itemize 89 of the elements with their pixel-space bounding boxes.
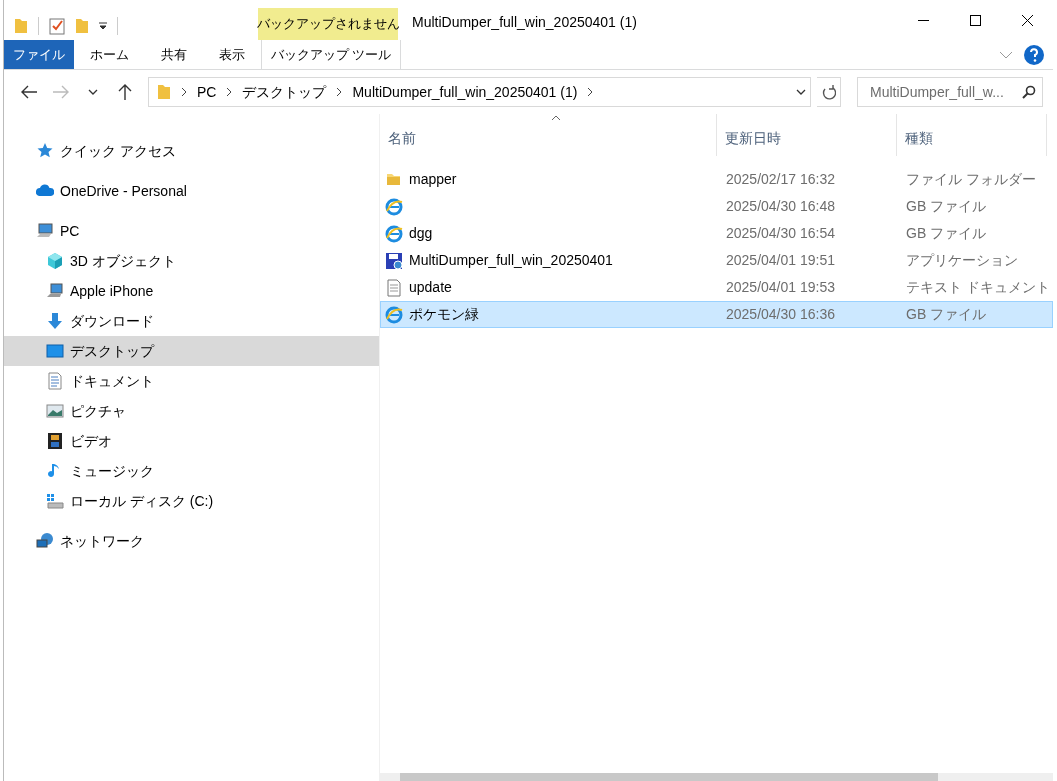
ribbon-tab[interactable]: ホーム [74, 40, 145, 69]
web-globe-icon [385, 197, 403, 216]
modified-date: 2025/04/30 16:54 [725, 224, 836, 243]
help-icon [1023, 43, 1045, 66]
help-button[interactable] [1023, 43, 1045, 66]
chevron-right-icon[interactable] [336, 87, 343, 97]
breadcrumb-link[interactable]: デスクトップ [242, 81, 327, 103]
desktop-icon [46, 342, 64, 360]
file-type: アプリケーション [905, 251, 1019, 270]
film-icon [46, 432, 64, 450]
chevron-right-icon[interactable] [181, 87, 187, 97]
computer-icon [36, 222, 54, 240]
chevron-right-icon[interactable] [226, 87, 233, 97]
drive-icon [46, 492, 64, 510]
navigation-item[interactable]: ドキュメント [4, 366, 379, 396]
file-type: GB ファイル [905, 224, 988, 243]
file-name: ポケモン緑 [409, 305, 479, 324]
file-row[interactable]: 2025/04/30 16:48 GB ファイル [380, 193, 1053, 220]
maximize-icon [967, 12, 983, 28]
document-icon [46, 372, 64, 390]
back-arrow-icon [20, 84, 38, 100]
web-globe-icon [385, 305, 403, 324]
file-name: MultiDumper_full_win_20250401 [409, 251, 613, 270]
navigation-item[interactable]: PC [4, 216, 379, 246]
picture-icon [46, 402, 64, 420]
dropdown-caret-icon[interactable] [99, 22, 107, 30]
modified-date: 2025/04/01 19:51 [725, 251, 836, 270]
file-type: ファイル フォルダー [905, 170, 1037, 189]
laptop-icon [46, 282, 64, 300]
modified-date: 2025/04/30 16:48 [725, 197, 836, 216]
navigation-item[interactable]: ミュージック [4, 456, 379, 486]
file-row[interactable]: MultiDumper_full_win_20250401 2025/04/01 19:51 アプリケーション [380, 247, 1053, 274]
navigation-item[interactable]: ローカル ディスク (C:) [4, 486, 379, 516]
file-type: テキスト ドキュメント [905, 278, 1048, 297]
ribbon-tab[interactable]: 表示 [203, 40, 261, 69]
file-name: dgg [409, 224, 433, 243]
column-header[interactable]: 名前 [380, 114, 717, 156]
web-globe-icon [385, 224, 403, 243]
file-name: mapper [409, 170, 457, 189]
navigation-item[interactable]: デスクトップ [4, 336, 379, 366]
address-bar[interactable]: PC デスクトップ MultiDumper_full_win_20250401 (1) [148, 77, 811, 107]
modified-date: 2025/04/30 16:36 [725, 305, 836, 324]
modified-date: 2025/02/17 16:32 [725, 170, 836, 189]
context-tab-group-label: バックアップされません [258, 8, 398, 40]
chevron-down-icon[interactable] [999, 50, 1013, 59]
star-icon [36, 142, 54, 160]
ribbon-tab[interactable]: 共有 [145, 40, 203, 69]
file-row[interactable]: update 2025/04/01 19:53 テキスト ドキュメント [380, 274, 1053, 301]
scrollbar-thumb[interactable] [400, 773, 938, 781]
navigation-item[interactable]: ネットワーク [4, 526, 379, 556]
close-icon [1019, 12, 1035, 28]
column-header[interactable]: 種類 [897, 114, 1047, 156]
search-icon [1022, 85, 1036, 99]
file-type: GB ファイル [905, 197, 988, 216]
forward-arrow-icon [52, 84, 70, 100]
navigation-item[interactable]: ダウンロード [4, 306, 379, 336]
up-arrow-icon [117, 83, 133, 101]
navigation-item[interactable]: クイック アクセス [4, 136, 379, 166]
navigation-item[interactable]: 3D オブジェクト [4, 246, 379, 276]
download-arrow-icon [46, 312, 64, 330]
network-icon [36, 532, 54, 550]
chevron-right-icon[interactable] [587, 87, 594, 97]
file-row[interactable]: mapper 2025/02/17 16:32 ファイル フォルダー [380, 166, 1053, 193]
breadcrumb-link[interactable]: MultiDumper_full_win_20250401 (1) [352, 81, 578, 103]
navigation-item[interactable]: ビデオ [4, 426, 379, 456]
modified-date: 2025/04/01 19:53 [725, 278, 836, 297]
breadcrumb-link[interactable]: PC [197, 81, 217, 103]
navigation-item[interactable]: Apple iPhone [4, 276, 379, 306]
folder-icon [157, 84, 171, 100]
refresh-button[interactable] [817, 77, 841, 107]
checkmark-document-icon[interactable] [49, 17, 65, 35]
column-header[interactable]: 更新日時 [717, 114, 897, 156]
file-type: GB ファイル [905, 305, 988, 324]
file-row[interactable]: ポケモン緑 2025/04/30 16:36 GB ファイル [380, 301, 1053, 328]
refresh-icon [821, 84, 836, 100]
navigation-item[interactable]: ピクチャ [4, 396, 379, 426]
navigation-item[interactable]: OneDrive - Personal [4, 176, 379, 206]
cube-icon [46, 252, 64, 270]
ribbon-tab[interactable]: バックアップ ツール [261, 40, 401, 69]
search-field[interactable]: MultiDumper_full_w... [857, 77, 1043, 107]
sort-caret-icon [551, 115, 561, 121]
window-title: MultiDumper_full_win_20250401 (1) [412, 13, 637, 32]
file-row[interactable]: dgg 2025/04/30 16:54 GB ファイル [380, 220, 1053, 247]
ribbon-tab[interactable]: ファイル [4, 40, 74, 69]
chevron-down-icon [88, 88, 98, 96]
minimize-icon [917, 19, 929, 21]
dropdown-chevron-icon[interactable] [796, 88, 806, 96]
file-name: update [409, 278, 452, 297]
text-file-icon [385, 278, 403, 297]
